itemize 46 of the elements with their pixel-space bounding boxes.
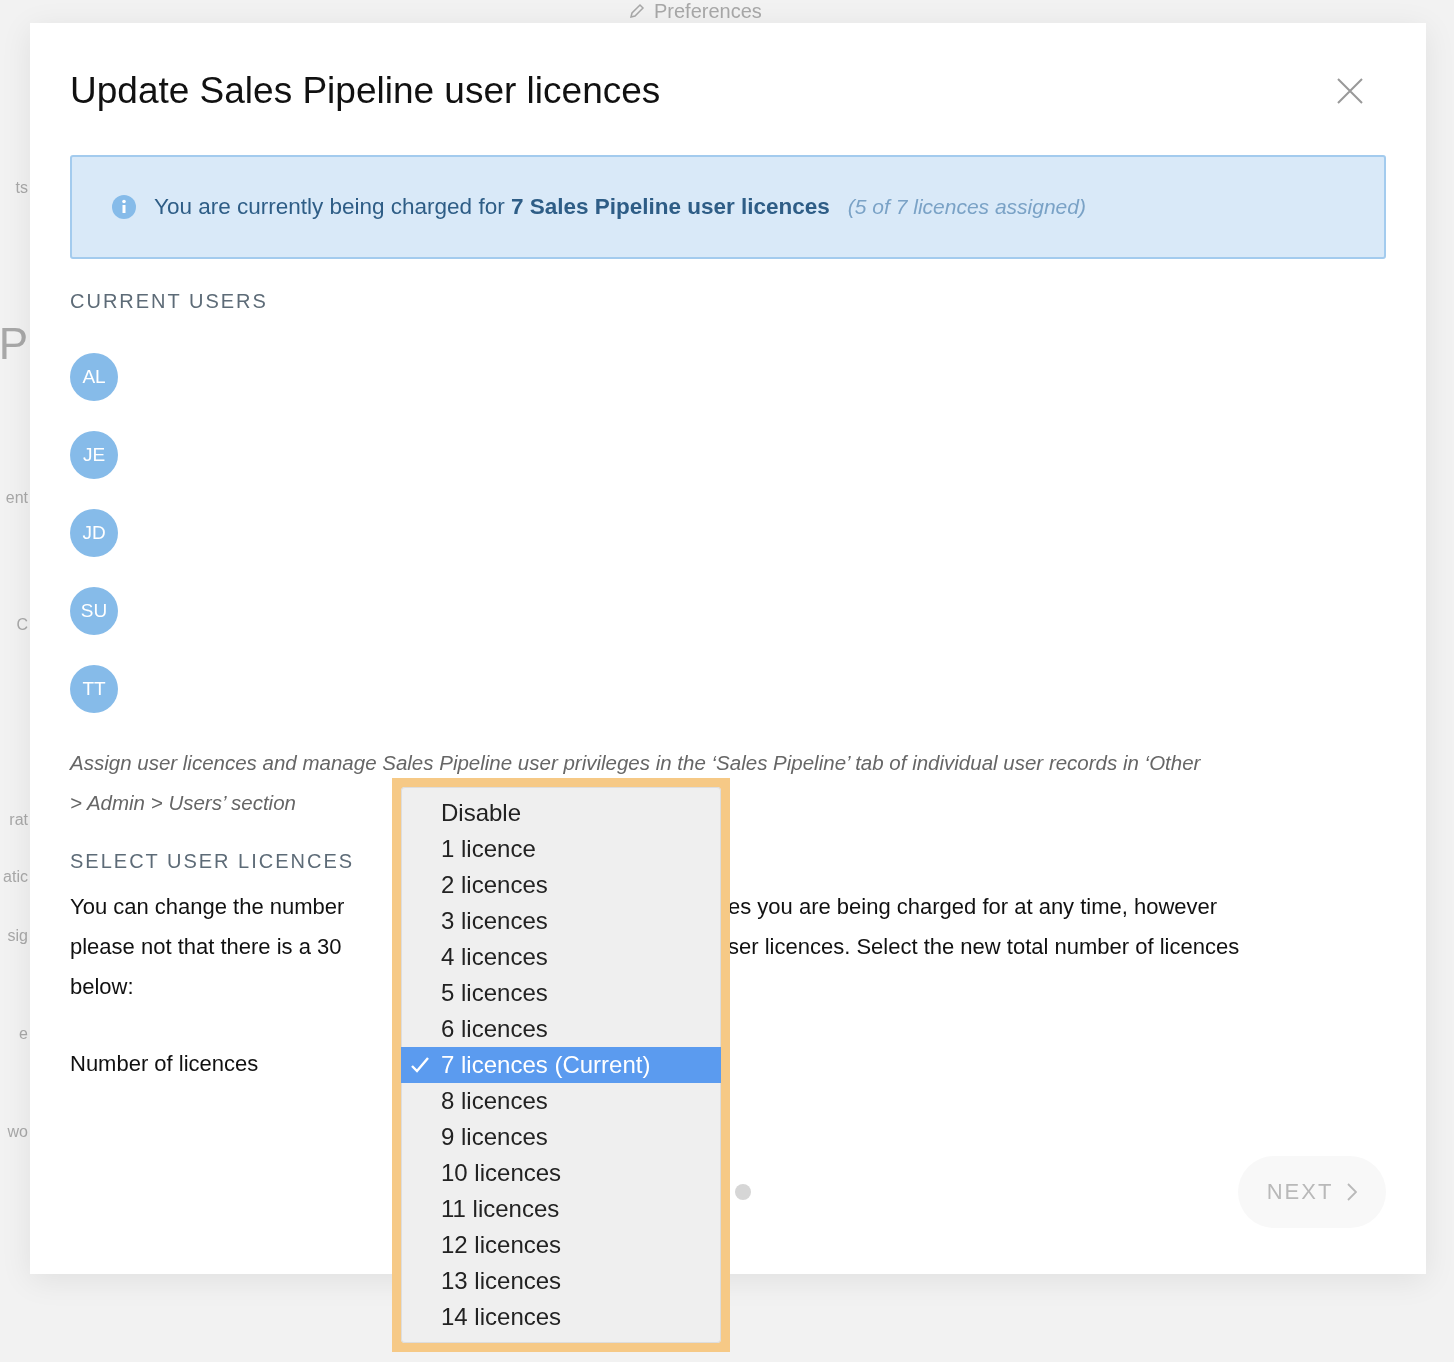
- background-text: ts: [15, 180, 28, 196]
- hint-text: > Admin > Users’ section: [70, 790, 296, 816]
- field-label: Number of licences: [70, 1050, 259, 1078]
- body-text: You can change the number: [70, 894, 346, 920]
- background-text: atic: [3, 869, 28, 885]
- dropdown-option[interactable]: 6 licences: [401, 1011, 721, 1047]
- dialog-title: Update Sales Pipeline user licences: [70, 69, 661, 113]
- user-avatar: JD: [70, 509, 118, 557]
- user-avatar: AL: [70, 353, 118, 401]
- dropdown-option[interactable]: 9 licences: [401, 1119, 721, 1155]
- check-icon: [411, 1057, 429, 1073]
- user-avatar: JE: [70, 431, 118, 479]
- background-text: P: [0, 322, 28, 366]
- background-text: e: [19, 1026, 28, 1042]
- section-heading: CURRENT USERS: [70, 289, 269, 313]
- info-icon: [112, 195, 136, 219]
- background-text: rat: [9, 812, 28, 828]
- dropdown-option[interactable]: 4 licences: [401, 939, 721, 975]
- dropdown-option[interactable]: 13 licences: [401, 1263, 721, 1299]
- dropdown-option[interactable]: 8 licences: [401, 1083, 721, 1119]
- body-text: ser licences. Select the new total number of licences: [728, 934, 1241, 960]
- section-heading: SELECT USER LICENCES: [70, 849, 356, 873]
- dropdown-option[interactable]: 11 licences: [401, 1191, 721, 1227]
- dropdown-option[interactable]: 2 licences: [401, 867, 721, 903]
- dropdown-option[interactable]: 14 licences: [401, 1299, 721, 1335]
- dropdown-option[interactable]: 12 licences: [401, 1227, 721, 1263]
- background-text: sig: [7, 928, 28, 944]
- dropdown-option[interactable]: 10 licences: [401, 1155, 721, 1191]
- body-text: please not that there is a 30: [70, 934, 343, 960]
- hint-text: Assign user licences and manage Sales Pipeline user privileges in the ‘Sales Pipeline’ tab of individual user records in ‘Other: [70, 750, 1201, 776]
- notice-note: (5 of 7 licences assigned): [847, 195, 1086, 219]
- user-avatar: TT: [70, 665, 118, 713]
- dropdown-option[interactable]: 1 licence: [401, 831, 721, 867]
- dropdown-option[interactable]: 5 licences: [401, 975, 721, 1011]
- notice-text: You are currently being charged for 7 Sales Pipeline user licences: [154, 194, 830, 220]
- background-text: C: [16, 617, 28, 633]
- background-text: ent: [5, 490, 28, 506]
- chevron-right-icon: [1347, 1183, 1358, 1201]
- user-avatar: SU: [70, 587, 118, 635]
- dropdown-option[interactable]: 3 licences: [401, 903, 721, 939]
- body-text: below:: [70, 974, 135, 1000]
- pencil-icon: [628, 2, 646, 20]
- page-title: Preferences: [654, 0, 762, 22]
- background-text: wo: [7, 1124, 28, 1140]
- close-button[interactable]: [1336, 77, 1364, 105]
- dropdown-option[interactable]: Disable: [401, 795, 721, 831]
